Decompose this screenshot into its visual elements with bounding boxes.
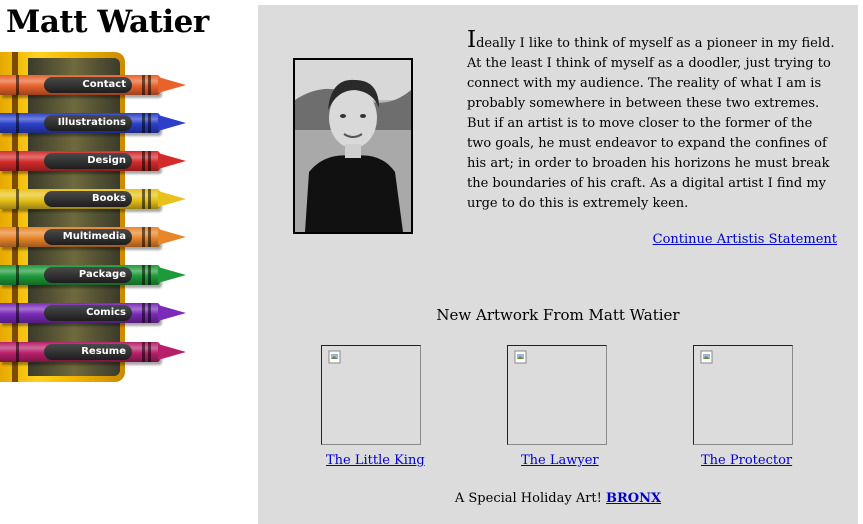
- continue-statement-link[interactable]: Continue Artistis Statement: [653, 232, 837, 247]
- crayon-band: [16, 342, 19, 362]
- crayon-box-stripe: [12, 52, 18, 382]
- crayon-band: [142, 227, 145, 247]
- crayon-band: [142, 265, 145, 285]
- nav-multimedia-label[interactable]: Multimedia: [44, 229, 126, 245]
- portrait-photo: [295, 60, 411, 232]
- artwork-thumbnail-lawyer[interactable]: [507, 345, 607, 445]
- crayon-band: [142, 113, 145, 133]
- nav-design-label[interactable]: Design: [44, 153, 126, 169]
- statement-body: deally I like to think of myself as a pi…: [467, 36, 835, 211]
- nav-illustrations-crayon[interactable]: Illustrations: [0, 110, 200, 136]
- crayon-band: [148, 227, 151, 247]
- broken-image-icon: [514, 350, 527, 364]
- nav-illustrations-label[interactable]: Illustrations: [44, 115, 126, 131]
- holiday-art-line: A Special Holiday Art! BRONX: [258, 491, 858, 506]
- nav-contact-label[interactable]: Contact: [44, 77, 126, 93]
- crayon-band: [142, 303, 145, 323]
- nav-comics-crayon[interactable]: Comics: [0, 300, 200, 326]
- artwork-frame[interactable]: [321, 345, 421, 445]
- crayon-band: [148, 342, 151, 362]
- crayon-band: [16, 227, 19, 247]
- crayon-tip: [158, 153, 186, 169]
- nav-package-crayon[interactable]: Package: [0, 262, 200, 288]
- crayon-band: [148, 113, 151, 133]
- crayon-band: [16, 303, 19, 323]
- crayon-band: [16, 265, 19, 285]
- nav-package-label[interactable]: Package: [44, 267, 126, 283]
- artwork-frame[interactable]: [507, 345, 607, 445]
- crayon-band: [142, 189, 145, 209]
- crayon-tip: [158, 267, 186, 283]
- crayon-band: [16, 113, 19, 133]
- nav-contact-crayon[interactable]: Contact: [0, 72, 200, 98]
- holiday-bronx-link[interactable]: BRONX: [606, 491, 661, 506]
- nav-resume-crayon[interactable]: Resume: [0, 339, 200, 365]
- broken-image-icon: [700, 350, 713, 364]
- crayon-band: [142, 342, 145, 362]
- crayon-band: [142, 75, 145, 95]
- new-artwork-heading: New Artwork From Matt Watier: [436, 306, 680, 324]
- holiday-text: A Special Holiday Art!: [454, 491, 602, 506]
- site-title: Matt Watier: [6, 4, 209, 40]
- nav-multimedia-crayon[interactable]: Multimedia: [0, 224, 200, 250]
- crayon-box-nav: Contact Illustrations Design Books Multi…: [0, 52, 200, 387]
- crayon-band: [16, 151, 19, 171]
- nav-resume-label[interactable]: Resume: [44, 344, 126, 360]
- crayon-band: [148, 189, 151, 209]
- broken-image-icon: [328, 350, 341, 364]
- crayon-tip: [158, 115, 186, 131]
- nav-books-crayon[interactable]: Books: [0, 186, 200, 212]
- artwork-frame[interactable]: [693, 345, 793, 445]
- crayon-band: [142, 151, 145, 171]
- crayon-band: [16, 189, 19, 209]
- crayon-band: [148, 151, 151, 171]
- nav-books-label[interactable]: Books: [44, 191, 126, 207]
- crayon-tip: [158, 344, 186, 360]
- artwork-link-protector[interactable]: The Protector: [701, 453, 792, 468]
- artist-statement: Ideally I like to think of myself as a p…: [467, 27, 837, 214]
- crayon-band: [148, 303, 151, 323]
- crayon-band: [148, 75, 151, 95]
- nav-design-crayon[interactable]: Design: [0, 148, 200, 174]
- artist-portrait: [293, 58, 413, 234]
- crayon-band: [148, 265, 151, 285]
- artwork-thumbnail-little-king[interactable]: [321, 345, 421, 445]
- crayon-tip: [158, 305, 186, 321]
- crayon-box-inner: [28, 58, 120, 376]
- statement-dropcap: I: [467, 27, 477, 53]
- artwork-thumbnail-protector[interactable]: [693, 345, 793, 445]
- artwork-link-little-king[interactable]: The Little King: [326, 453, 425, 468]
- crayon-tip: [158, 191, 186, 207]
- crayon-band: [16, 75, 19, 95]
- crayon-tip: [158, 229, 186, 245]
- crayon-tip: [158, 77, 186, 93]
- artwork-link-lawyer[interactable]: The Lawyer: [521, 453, 599, 468]
- nav-comics-label[interactable]: Comics: [44, 305, 126, 321]
